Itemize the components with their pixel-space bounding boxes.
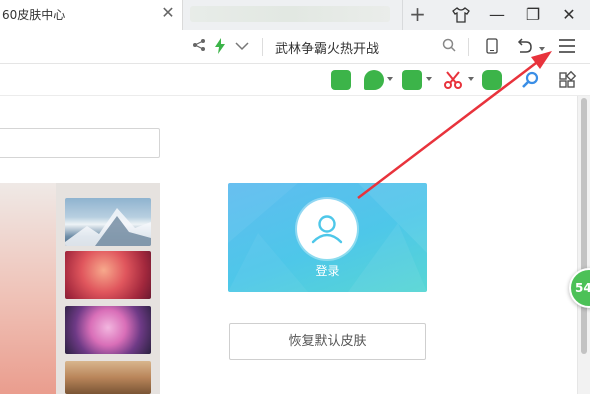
search-icon[interactable] <box>440 38 458 56</box>
share-icon[interactable] <box>190 38 208 56</box>
undo-icon[interactable] <box>515 38 533 56</box>
new-tab-button[interactable]: + <box>402 0 432 30</box>
scrollbar[interactable] <box>577 96 590 394</box>
scissors-dropdown-icon[interactable] <box>468 77 474 81</box>
active-tab[interactable]: 60皮肤中心 ✕ <box>0 0 183 30</box>
address-divider-2 <box>468 38 469 56</box>
skin-preview <box>0 183 56 394</box>
login-card[interactable]: 登录 <box>228 183 427 292</box>
restore-default-skin-button[interactable]: 恢复默认皮肤 <box>229 323 426 360</box>
skin-thumb-dog[interactable] <box>65 361 151 394</box>
apps-grid-icon[interactable] <box>557 70 577 90</box>
blurred-tab[interactable] <box>190 6 390 22</box>
scrollbar-thumb[interactable] <box>581 98 587 354</box>
gamepad-icon[interactable] <box>482 70 502 90</box>
skin-thumb-dahlia[interactable] <box>65 306 151 354</box>
ext-search-icon[interactable] <box>520 70 540 90</box>
float-ball[interactable]: 54 <box>569 268 590 308</box>
tab-title: 60皮肤中心 <box>2 8 66 22</box>
chevron-down-icon[interactable] <box>233 38 251 56</box>
undo-dropdown-icon[interactable] <box>539 47 545 51</box>
minimize-button[interactable]: — <box>479 0 515 30</box>
address-divider <box>262 38 263 56</box>
ext-translate-dropdown-icon[interactable] <box>426 77 432 81</box>
close-window-button[interactable]: ✕ <box>551 0 587 30</box>
ext-shield-icon[interactable] <box>364 70 384 90</box>
skin-search-input[interactable] <box>0 128 160 158</box>
skin-thumb-mountain[interactable] <box>65 198 151 246</box>
ext-translate-icon[interactable] <box>402 70 422 90</box>
skin-thumb-petals[interactable] <box>65 251 151 299</box>
address-bar: 武林争霸火热开战 <box>0 30 590 64</box>
tab-bar: 60皮肤中心 ✕ + — ❐ ✕ <box>0 0 590 30</box>
extension-bar <box>0 64 590 96</box>
lightning-icon[interactable] <box>211 38 229 56</box>
mobile-icon[interactable] <box>483 38 501 56</box>
avatar[interactable] <box>297 199 357 259</box>
tab-close-icon[interactable]: ✕ <box>160 5 176 21</box>
scissors-icon[interactable] <box>443 70 463 90</box>
skin-thumbnail-list <box>56 183 160 394</box>
restore-button[interactable]: ❐ <box>515 0 551 30</box>
menu-icon[interactable] <box>558 38 576 56</box>
hot-search-text[interactable]: 武林争霸火热开战 <box>275 38 379 57</box>
user-icon <box>311 215 343 244</box>
ext-shield-dropdown-icon[interactable] <box>387 77 393 81</box>
login-label[interactable]: 登录 <box>228 262 427 279</box>
skin-icon[interactable] <box>443 0 479 30</box>
ext-app-icon[interactable] <box>331 70 351 90</box>
